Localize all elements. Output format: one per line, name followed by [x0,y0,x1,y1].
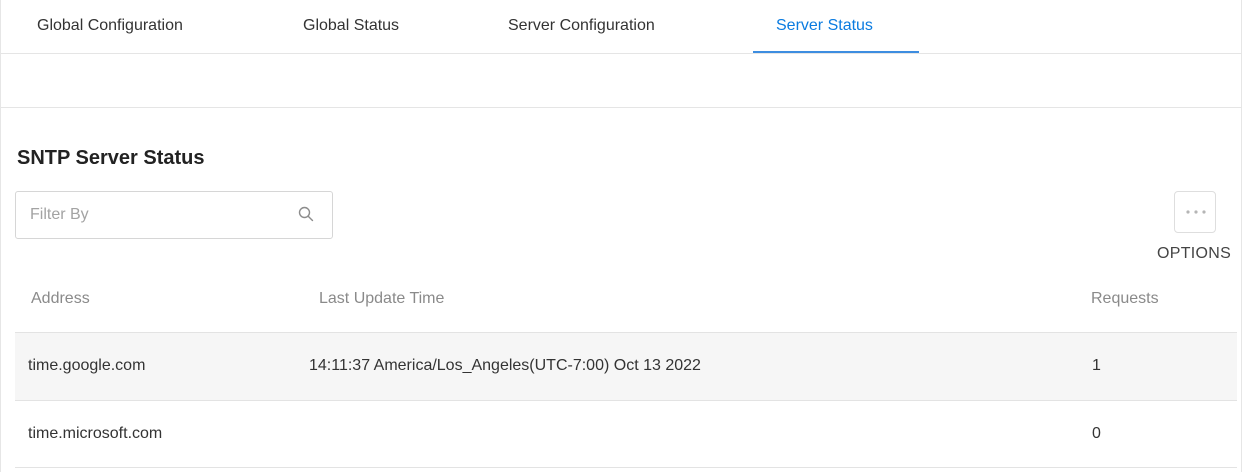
column-header-requests: Requests [1091,290,1159,307]
options-label: OPTIONS [1157,245,1232,262]
tab-server-status[interactable]: Server Status [776,0,873,54]
last-update-cell: 14:11:37 America/Los_Angeles(UTC-7:00) O… [309,357,701,374]
filter-input[interactable] [16,192,286,238]
page-frame: Global Configuration Global Status Serve… [0,0,1242,472]
column-header-address: Address [31,290,90,307]
column-header-last-update-time: Last Update Time [319,290,445,307]
tab-global-status[interactable]: Global Status [303,0,399,54]
divider [1,107,1242,108]
tab-global-configuration[interactable]: Global Configuration [37,0,183,54]
address-cell: time.microsoft.com [28,425,163,442]
filter-field[interactable] [15,191,333,239]
address-cell: time.google.com [28,357,146,374]
more-dots-icon [1186,210,1206,214]
section-title: SNTP Server Status [17,147,205,169]
search-icon[interactable] [298,206,314,222]
requests-cell: 1 [1092,357,1101,374]
options-button[interactable] [1174,191,1216,233]
requests-cell: 0 [1092,425,1101,442]
tab-bar: Global Configuration Global Status Serve… [1,0,1242,54]
table-row[interactable]: time.google.com 14:11:37 America/Los_Ang… [15,332,1237,400]
active-tab-indicator [753,51,919,53]
table-row[interactable]: time.microsoft.com 0 [15,400,1237,468]
tab-server-configuration[interactable]: Server Configuration [508,0,655,54]
